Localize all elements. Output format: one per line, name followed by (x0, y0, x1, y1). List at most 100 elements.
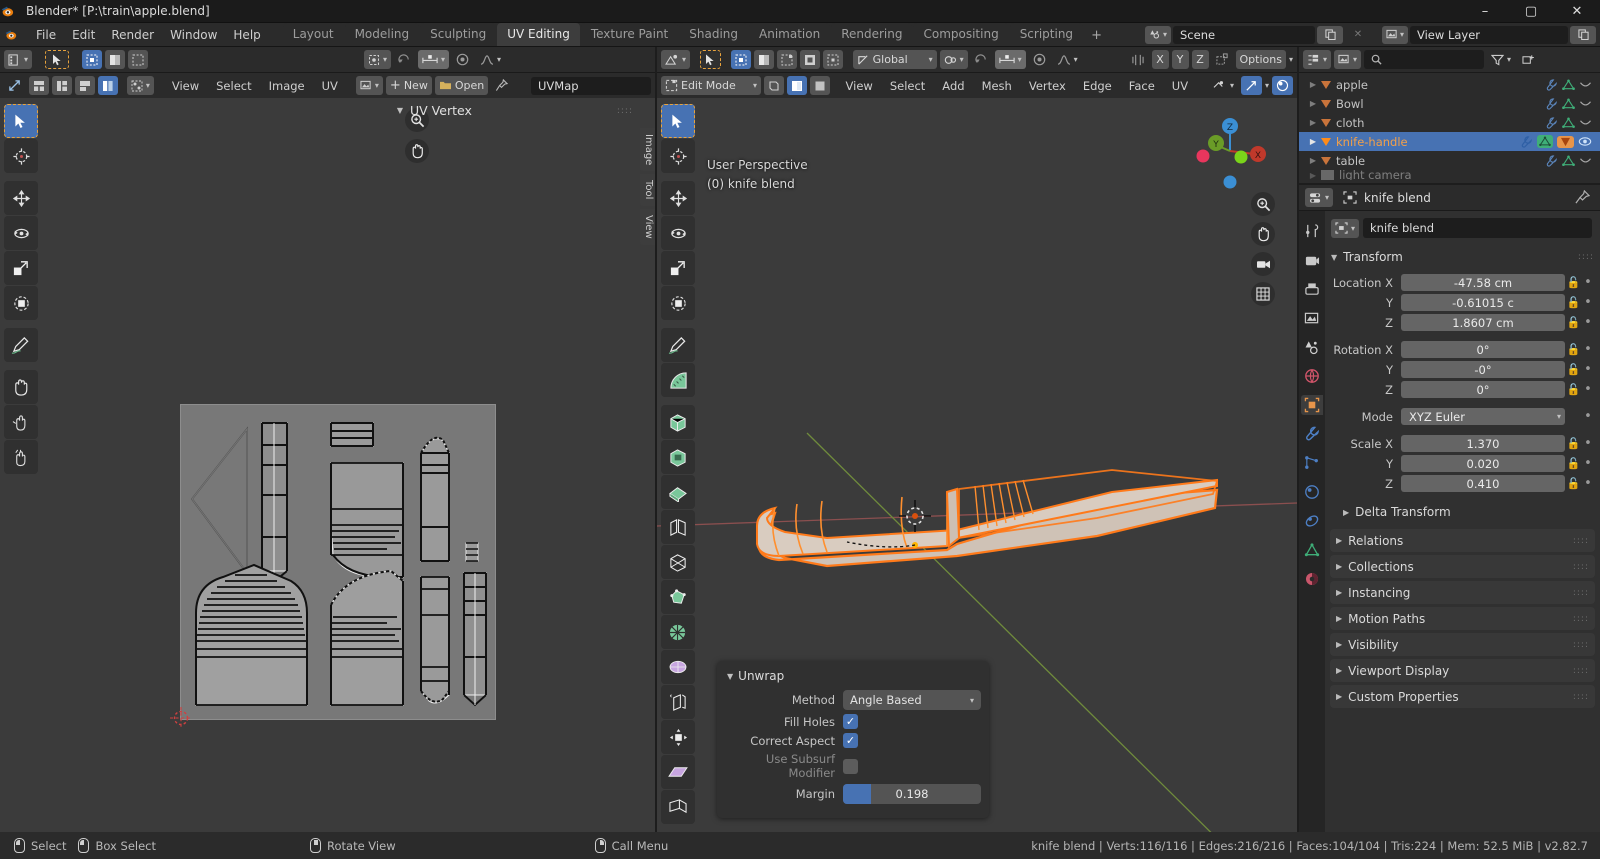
lock-open-icon[interactable]: 🔓 (1565, 437, 1582, 450)
panel-grip-icon[interactable]: :::: (1573, 536, 1595, 546)
uv-pan-icon[interactable] (405, 139, 429, 163)
modifier-wrench-icon[interactable] (1545, 116, 1558, 129)
interaction-mode-button[interactable]: Edit Mode ▾ (661, 76, 761, 95)
add-workspace-button[interactable]: + (1084, 25, 1109, 46)
field-value[interactable]: 0° (1401, 381, 1565, 398)
uv-editor-mode-icon[interactable] (4, 76, 26, 95)
visibility-selectability-icon[interactable]: ▾ (1209, 76, 1238, 95)
viewport-menu-uv[interactable]: UV (1165, 77, 1195, 95)
expand-arrow-icon[interactable]: ▶ (1305, 80, 1321, 89)
show-overlays-button[interactable] (1272, 76, 1293, 95)
outliner-row-knife-handle[interactable]: ▶ knife-handle (1299, 132, 1600, 151)
outliner-filter-icon[interactable]: ▾ (1487, 50, 1515, 69)
panel-viewport-display[interactable]: ▶ Viewport Display :::: (1330, 659, 1595, 682)
panel-collections[interactable]: ▶ Collections :::: (1330, 555, 1595, 578)
expand-arrow-icon[interactable]: ▶ (1305, 118, 1321, 127)
lock-open-icon[interactable]: 🔓 (1565, 296, 1582, 309)
xray-shading-a-button[interactable] (764, 76, 784, 95)
viewport-tool-shrink-fatten[interactable] (661, 720, 695, 754)
panel-relations[interactable]: ▶ Relations :::: (1330, 529, 1595, 552)
object-browse-icon[interactable]: ▾ (1331, 218, 1360, 238)
scene-name-field[interactable]: Scene (1173, 25, 1315, 44)
viewport-menu-edge[interactable]: Edge (1076, 77, 1119, 95)
pin-id-icon[interactable] (1575, 190, 1596, 205)
menu-edit[interactable]: Edit (64, 25, 103, 45)
uv-view-split-b-button[interactable] (52, 76, 72, 95)
uv-tool-scale[interactable] (4, 251, 38, 285)
viewport-camera-icon[interactable] (1251, 252, 1275, 276)
browse-image-icon[interactable]: ▾ (355, 76, 383, 95)
uv-falloff-button[interactable]: ▾ (476, 50, 505, 69)
viewport-menu-view[interactable]: View (839, 77, 880, 95)
lock-open-icon[interactable]: 🔓 (1565, 363, 1582, 376)
panel-motion-paths[interactable]: ▶ Motion Paths :::: (1330, 607, 1595, 630)
menu-window[interactable]: Window (162, 25, 225, 45)
blender-menu-icon[interactable] (4, 28, 28, 41)
workspace-tab-compositing[interactable]: Compositing (913, 23, 1009, 46)
new-image-button[interactable]: + New (385, 76, 432, 95)
viewport-tool-extrude[interactable] (661, 440, 695, 474)
workspace-tab-uv-editing[interactable]: UV Editing (497, 23, 580, 46)
menu-file[interactable]: File (28, 25, 64, 45)
view-layer-browse-icon[interactable]: ▾ (1382, 25, 1408, 44)
active-tool-button[interactable] (45, 50, 70, 69)
uv-menu-uv[interactable]: UV (315, 77, 345, 95)
uv-tool-cursor[interactable] (4, 139, 38, 173)
uv-tool-relax[interactable] (4, 405, 38, 439)
panel-grip-icon[interactable]: :::: (1573, 614, 1595, 624)
mirror-y-button[interactable]: Y (1171, 50, 1189, 69)
new-scene-button[interactable] (1317, 25, 1343, 44)
viewport-tool-poly-build[interactable] (661, 580, 695, 614)
mirror-uv-icon[interactable] (1212, 50, 1233, 69)
hide-closed-eye-icon[interactable] (1579, 156, 1592, 166)
object-name-field[interactable]: knife blend (1363, 218, 1592, 238)
workspace-tab-modeling[interactable]: Modeling (344, 23, 420, 46)
field-value[interactable]: 0.020 (1401, 455, 1565, 472)
mesh-select-extra-b-button[interactable] (822, 50, 843, 69)
viewport-tool-smooth[interactable] (661, 650, 695, 684)
viewport-tool-cursor[interactable] (661, 139, 695, 173)
panel-grip-icon[interactable]: :::: (1573, 562, 1595, 572)
show-eye-icon[interactable] (1578, 136, 1592, 147)
animate-dot-icon[interactable]: • (1582, 275, 1594, 290)
viewport-tool-inset[interactable] (661, 475, 695, 509)
proportional-edit-button[interactable] (1029, 50, 1050, 69)
viewport-menu-select[interactable]: Select (883, 77, 932, 95)
outliner-row-cloth[interactable]: ▶ cloth (1299, 113, 1600, 132)
menu-help[interactable]: Help (225, 25, 268, 45)
new-view-layer-button[interactable] (1570, 25, 1596, 44)
mesh-select-vertex-button[interactable] (730, 50, 751, 69)
uv-select-vertex-button[interactable] (82, 50, 103, 69)
mesh-select-edge-button[interactable] (753, 50, 774, 69)
properties-tab-material[interactable] (1301, 569, 1323, 589)
pin-image-icon[interactable] (491, 76, 512, 95)
operator-panel-header[interactable]: ▼ Unwrap (725, 667, 981, 690)
viewport-menu-vertex[interactable]: Vertex (1022, 77, 1073, 95)
uv-image-area[interactable] (180, 404, 496, 720)
navigation-gizmo[interactable]: Z X Y (1191, 112, 1269, 190)
transform-orientation-button[interactable]: Global ▾ (852, 50, 937, 69)
field-value[interactable]: -0° (1401, 361, 1565, 378)
uv-side-tab-tool[interactable]: Tool (640, 174, 655, 206)
mirror-options-icon[interactable] (1127, 50, 1149, 69)
properties-tab-output[interactable] (1301, 279, 1323, 299)
panel-grip-icon[interactable]: :::: (1573, 666, 1595, 676)
properties-tab-object-data[interactable] (1301, 540, 1323, 560)
outliner-row-apple[interactable]: ▶ apple (1299, 75, 1600, 94)
margin-slider[interactable]: 0.198 (843, 784, 981, 804)
panel-grip-icon[interactable]: :::: (1573, 640, 1595, 650)
menu-render[interactable]: Render (103, 25, 162, 45)
viewport-tool-bevel[interactable] (661, 510, 695, 544)
viewport-tool-edge-slide[interactable] (661, 685, 695, 719)
uv-menu-image[interactable]: Image (262, 77, 312, 95)
pivot-point-button[interactable]: ▾ (939, 50, 968, 69)
panel-instancing[interactable]: ▶ Instancing :::: (1330, 581, 1595, 604)
use-subsurf-checkbox[interactable] (843, 758, 858, 774)
uv-proportional-edit-button[interactable] (452, 50, 473, 69)
uv-select-face-button[interactable] (128, 50, 149, 69)
lock-open-icon[interactable]: 🔓 (1565, 343, 1582, 356)
uv-side-tab-image[interactable]: Image (640, 128, 655, 172)
workspace-tab-texture-paint[interactable]: Texture Paint (580, 23, 679, 46)
field-value[interactable]: -47.58 cm (1401, 274, 1565, 291)
scene-browse-icon[interactable]: ▾ (1145, 25, 1171, 44)
